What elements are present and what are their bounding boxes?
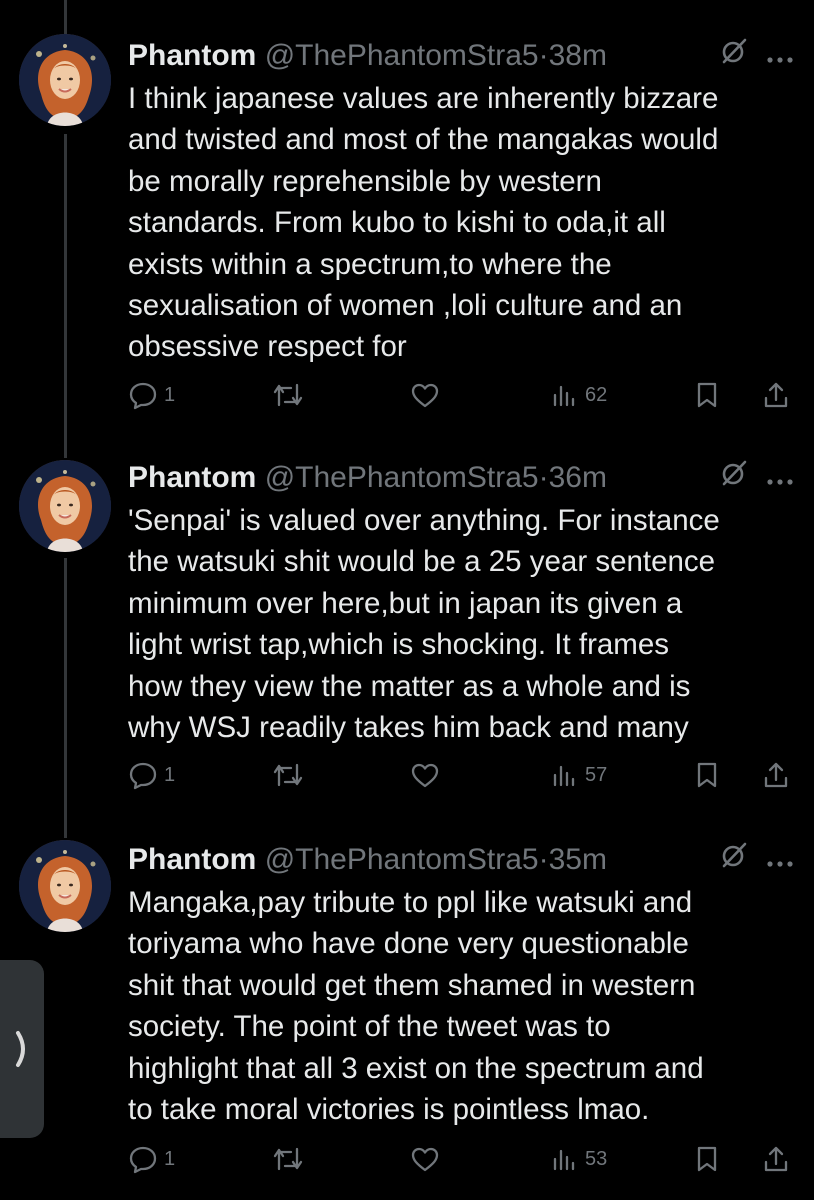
reply-count: 1	[164, 383, 176, 406]
chevron-right-icon	[16, 1031, 25, 1067]
like-icon	[410, 761, 440, 789]
bookmark-icon	[694, 380, 720, 410]
reply-button[interactable]: 1	[128, 1137, 175, 1181]
reply-button[interactable]: 1	[128, 373, 175, 417]
views-icon	[551, 1145, 579, 1173]
author-handle[interactable]: @ThePhantomStra5	[265, 843, 539, 876]
timestamp[interactable]: 35m	[549, 843, 607, 876]
like-button[interactable]	[410, 753, 440, 797]
grok-icon[interactable]	[720, 838, 748, 882]
share-icon	[762, 1144, 790, 1174]
avatar[interactable]	[19, 460, 111, 552]
avatar[interactable]	[19, 840, 111, 932]
retweet-button[interactable]	[271, 373, 305, 417]
views-icon	[551, 381, 579, 409]
tweet-text: I think japanese values are inherently b…	[128, 82, 719, 364]
retweet-icon	[271, 760, 305, 790]
tweet-text: 'Senpai' is valued over anything. For in…	[128, 504, 720, 745]
reply-icon	[128, 760, 158, 790]
views-icon	[551, 761, 579, 789]
author-handle[interactable]: @ThePhantomStra5	[265, 461, 539, 494]
like-icon	[410, 1145, 440, 1173]
more-icon[interactable]	[766, 34, 794, 78]
reply-icon	[128, 380, 158, 410]
separator: ·	[538, 461, 549, 494]
views-button[interactable]: 62	[551, 373, 607, 417]
separator: ·	[538, 843, 549, 876]
share-icon	[762, 380, 790, 410]
share-icon	[762, 760, 790, 790]
bookmark-button[interactable]	[694, 753, 720, 797]
avatar[interactable]	[19, 34, 111, 126]
like-button[interactable]	[410, 1137, 440, 1181]
reply-button[interactable]: 1	[128, 753, 175, 797]
more-icon[interactable]	[766, 838, 794, 882]
reply-count: 1	[164, 763, 176, 786]
bookmark-icon	[694, 1144, 720, 1174]
retweet-icon	[271, 1144, 305, 1174]
like-icon	[410, 381, 440, 409]
author-handle[interactable]: @ThePhantomStra5	[265, 39, 539, 72]
tweet-actions: 1 62	[128, 373, 798, 417]
views-count: 57	[585, 763, 608, 786]
tweet-actions: 1 57	[128, 753, 798, 797]
share-button[interactable]	[762, 1137, 790, 1181]
views-button[interactable]: 57	[551, 753, 607, 797]
thread-line	[64, 134, 67, 458]
views-button[interactable]: 53	[551, 1137, 607, 1181]
tweet-header: Phantom @ThePhantomStra5·38m	[128, 34, 794, 78]
bookmark-button[interactable]	[694, 1137, 720, 1181]
side-panel-toggle[interactable]	[0, 960, 44, 1138]
thread-line	[64, 0, 67, 34]
share-button[interactable]	[762, 373, 790, 417]
more-icon[interactable]	[766, 456, 794, 500]
timestamp[interactable]: 38m	[549, 39, 607, 72]
tweet-header: Phantom @ThePhantomStra5·35m	[128, 838, 794, 882]
tweet-header: Phantom @ThePhantomStra5·36m	[128, 456, 794, 500]
tweet-actions: 1 53	[128, 1137, 798, 1181]
thread-line	[64, 558, 67, 838]
reply-icon	[128, 1144, 158, 1174]
bookmark-button[interactable]	[694, 373, 720, 417]
author-name[interactable]: Phantom	[128, 843, 256, 876]
retweet-button[interactable]	[271, 753, 305, 797]
share-button[interactable]	[762, 753, 790, 797]
tweet-text: Mangaka,pay tribute to ppl like watsuki …	[128, 886, 704, 1127]
bookmark-icon	[694, 760, 720, 790]
timestamp[interactable]: 36m	[549, 461, 607, 494]
retweet-icon	[271, 380, 305, 410]
author-name[interactable]: Phantom	[128, 39, 256, 72]
grok-icon[interactable]	[720, 34, 748, 78]
retweet-button[interactable]	[271, 1137, 305, 1181]
views-count: 53	[585, 1147, 608, 1170]
reply-count: 1	[164, 1147, 176, 1170]
separator: ·	[538, 39, 549, 72]
author-name[interactable]: Phantom	[128, 461, 256, 494]
views-count: 62	[585, 383, 608, 406]
like-button[interactable]	[410, 373, 440, 417]
grok-icon[interactable]	[720, 456, 748, 500]
